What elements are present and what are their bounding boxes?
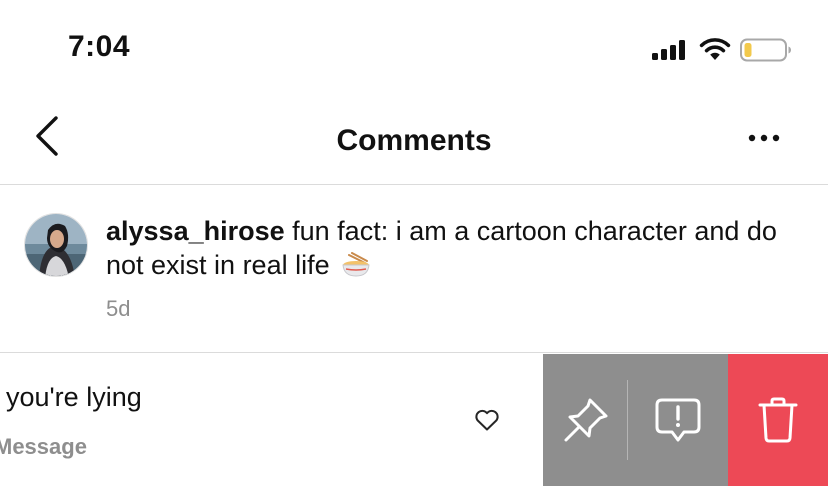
reply-content: you're lying Message xyxy=(0,354,543,486)
status-bar: 7:04 xyxy=(0,0,828,96)
battery-low-icon xyxy=(740,38,791,62)
pin-icon xyxy=(564,398,607,442)
caption-comment: alyssa_hirose fun fact: i am a cartoon c… xyxy=(0,186,828,353)
pin-comment-button[interactable] xyxy=(543,354,628,486)
comment-timestamp: 5d xyxy=(106,296,131,321)
more-horizontal-icon[interactable] xyxy=(744,128,784,148)
page-title: Comments xyxy=(336,124,492,157)
delete-comment-button[interactable] xyxy=(728,354,828,486)
caption-username[interactable]: alyssa_hirose xyxy=(106,216,285,246)
trash-icon xyxy=(758,397,798,443)
comments-header: Comments xyxy=(0,96,828,185)
wifi-icon xyxy=(699,38,731,60)
caption-text: alyssa_hirose fun fact: i am a cartoon c… xyxy=(106,214,806,282)
status-time: 7:04 xyxy=(68,30,131,63)
cellular-signal-icon xyxy=(652,40,688,60)
reply-comment-row[interactable]: you're lying Message xyxy=(0,354,828,486)
avatar[interactable] xyxy=(24,213,88,277)
report-speech-bubble-icon xyxy=(655,398,701,442)
ramen-bowl-emoji xyxy=(342,252,370,277)
message-link[interactable]: Message xyxy=(0,434,87,460)
report-comment-button[interactable] xyxy=(628,354,728,486)
heart-outline-icon[interactable] xyxy=(474,408,500,432)
reply-text: you're lying xyxy=(6,382,142,412)
